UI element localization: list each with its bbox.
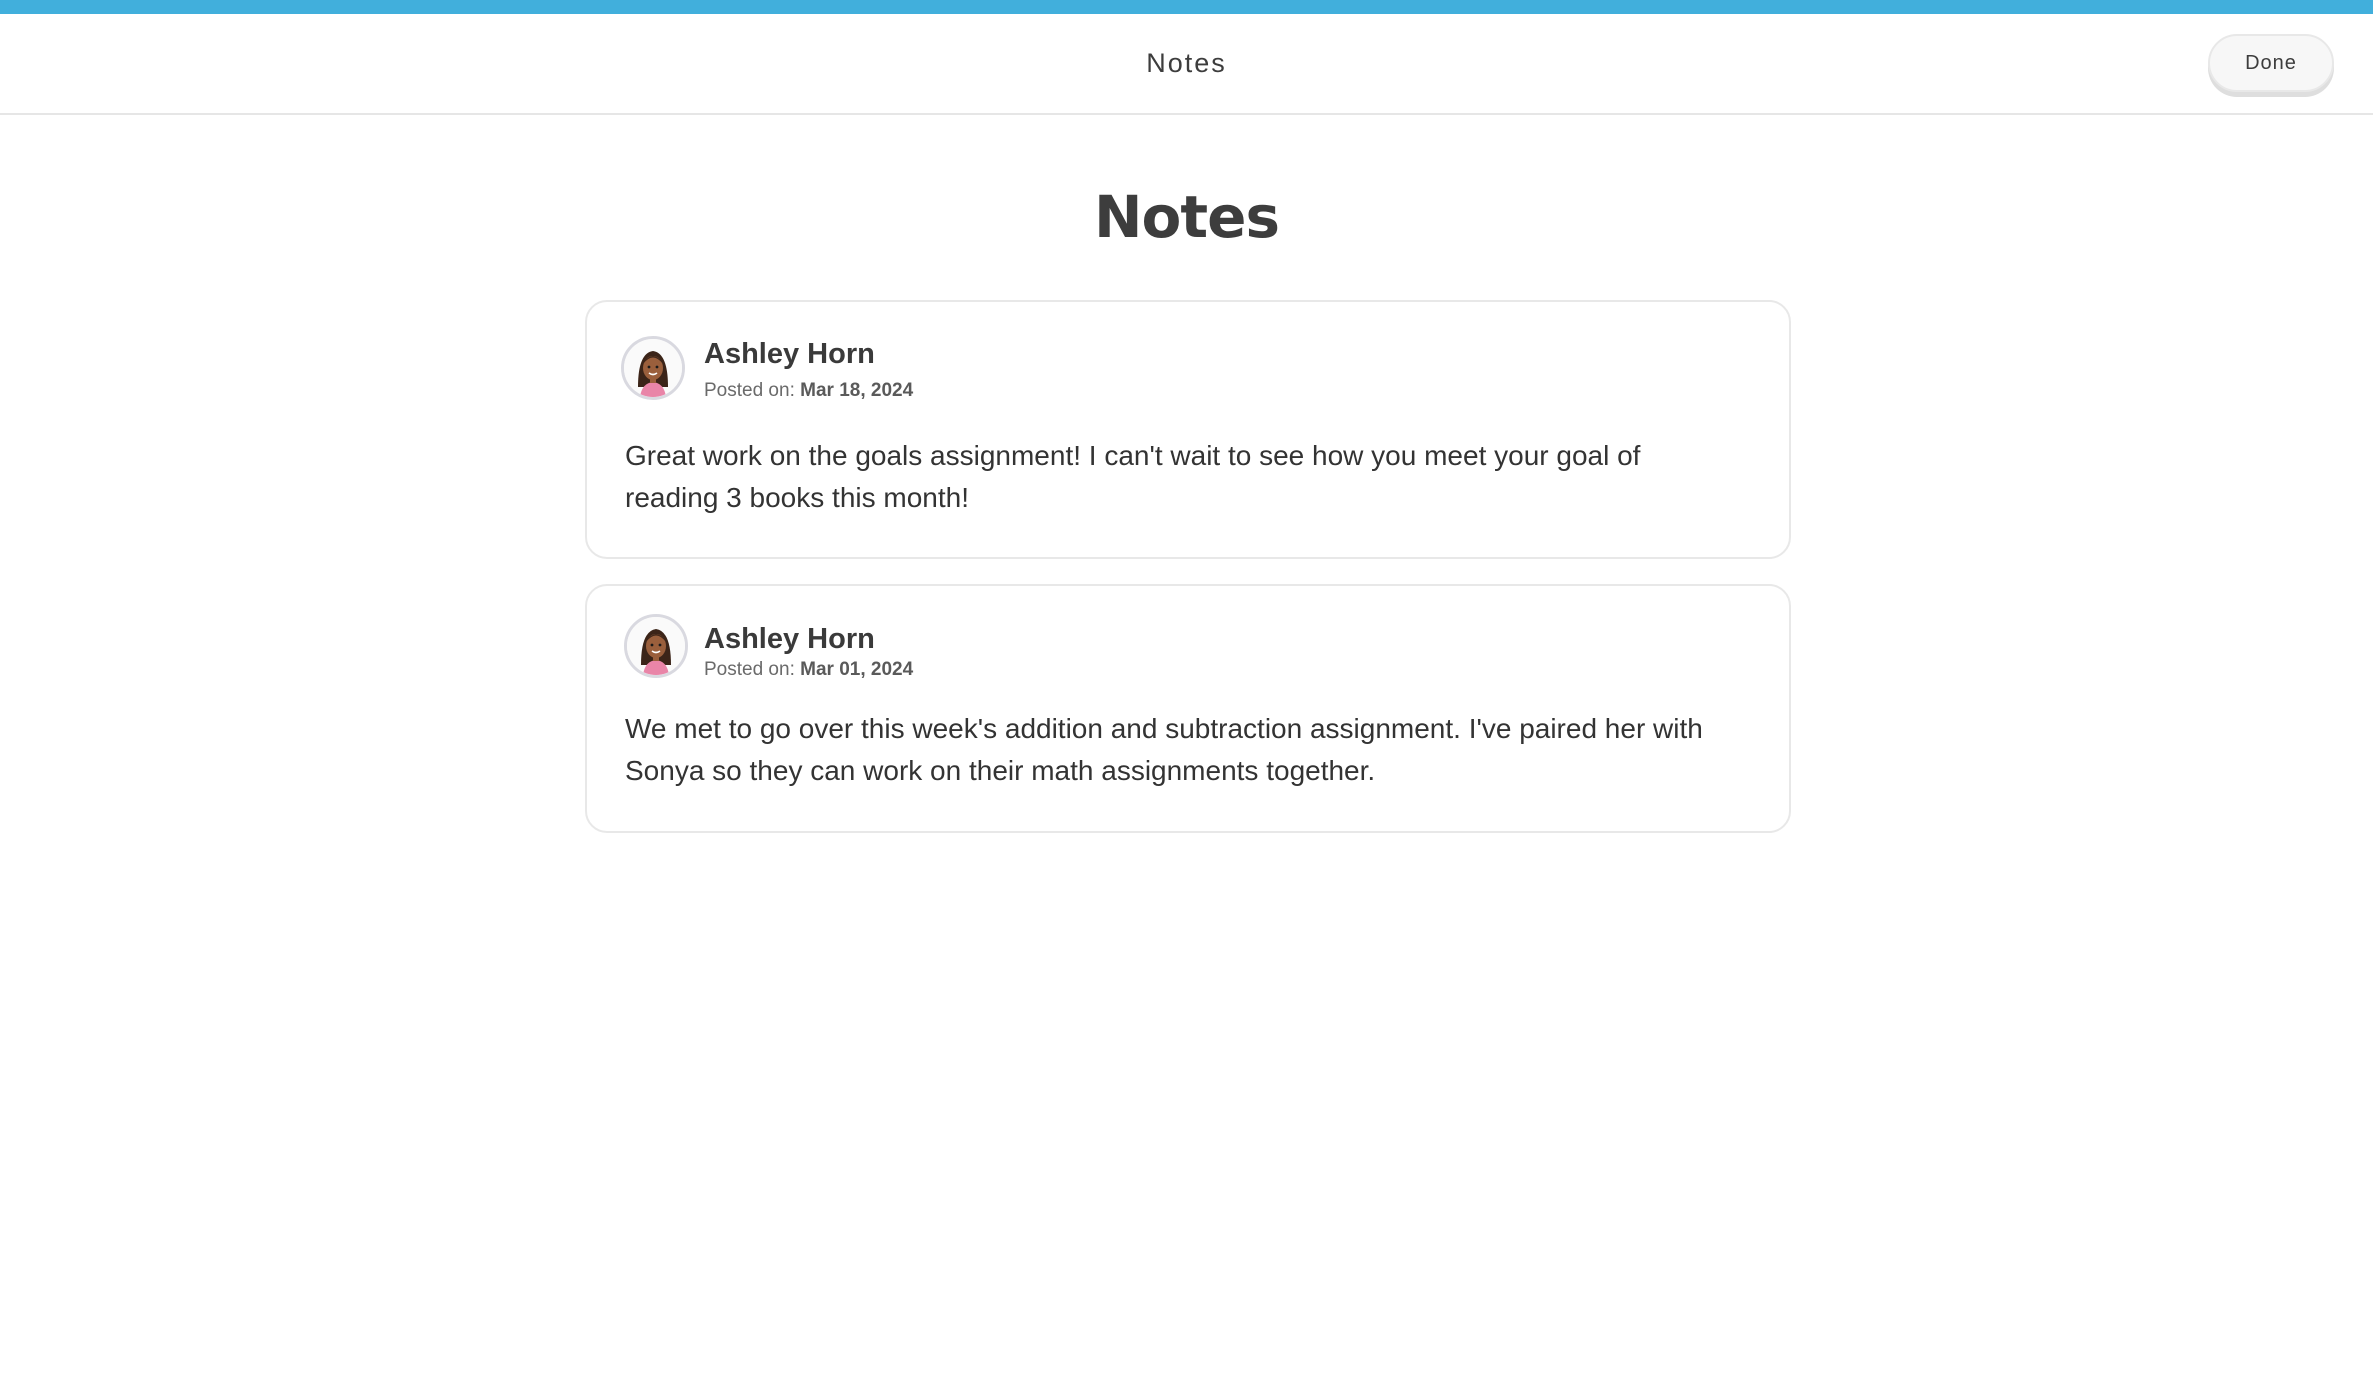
note-posted-date: Posted on: Mar 18, 2024 xyxy=(704,380,913,402)
done-button[interactable]: Done xyxy=(2208,34,2334,92)
note-author: Ashley Horn xyxy=(704,623,875,655)
page-title: Notes xyxy=(1094,183,1280,251)
posted-label: Posted on: xyxy=(704,659,795,680)
header-bar: Notes Done xyxy=(0,14,2373,115)
top-accent-bar xyxy=(0,0,2373,14)
note-body: We met to go over this week's addition a… xyxy=(625,713,1703,786)
note-date: Mar 18, 2024 xyxy=(800,380,914,401)
student-avatar-icon xyxy=(624,339,682,397)
note-body: Great work on the goals assignment! I ca… xyxy=(625,440,1641,513)
note-card: Ashley Horn Posted on: Mar 01, 2024 We m… xyxy=(585,584,1791,833)
student-avatar-icon xyxy=(627,617,685,675)
note-author: Ashley Horn xyxy=(704,338,875,370)
header-title: Notes xyxy=(1146,48,1227,78)
posted-label: Posted on: xyxy=(704,380,795,401)
avatar xyxy=(624,614,688,678)
note-posted-date: Posted on: Mar 01, 2024 xyxy=(704,659,913,681)
note-date: Mar 01, 2024 xyxy=(800,659,914,680)
note-card: Ashley Horn Posted on: Mar 18, 2024 Grea… xyxy=(585,300,1791,559)
avatar xyxy=(621,336,685,400)
